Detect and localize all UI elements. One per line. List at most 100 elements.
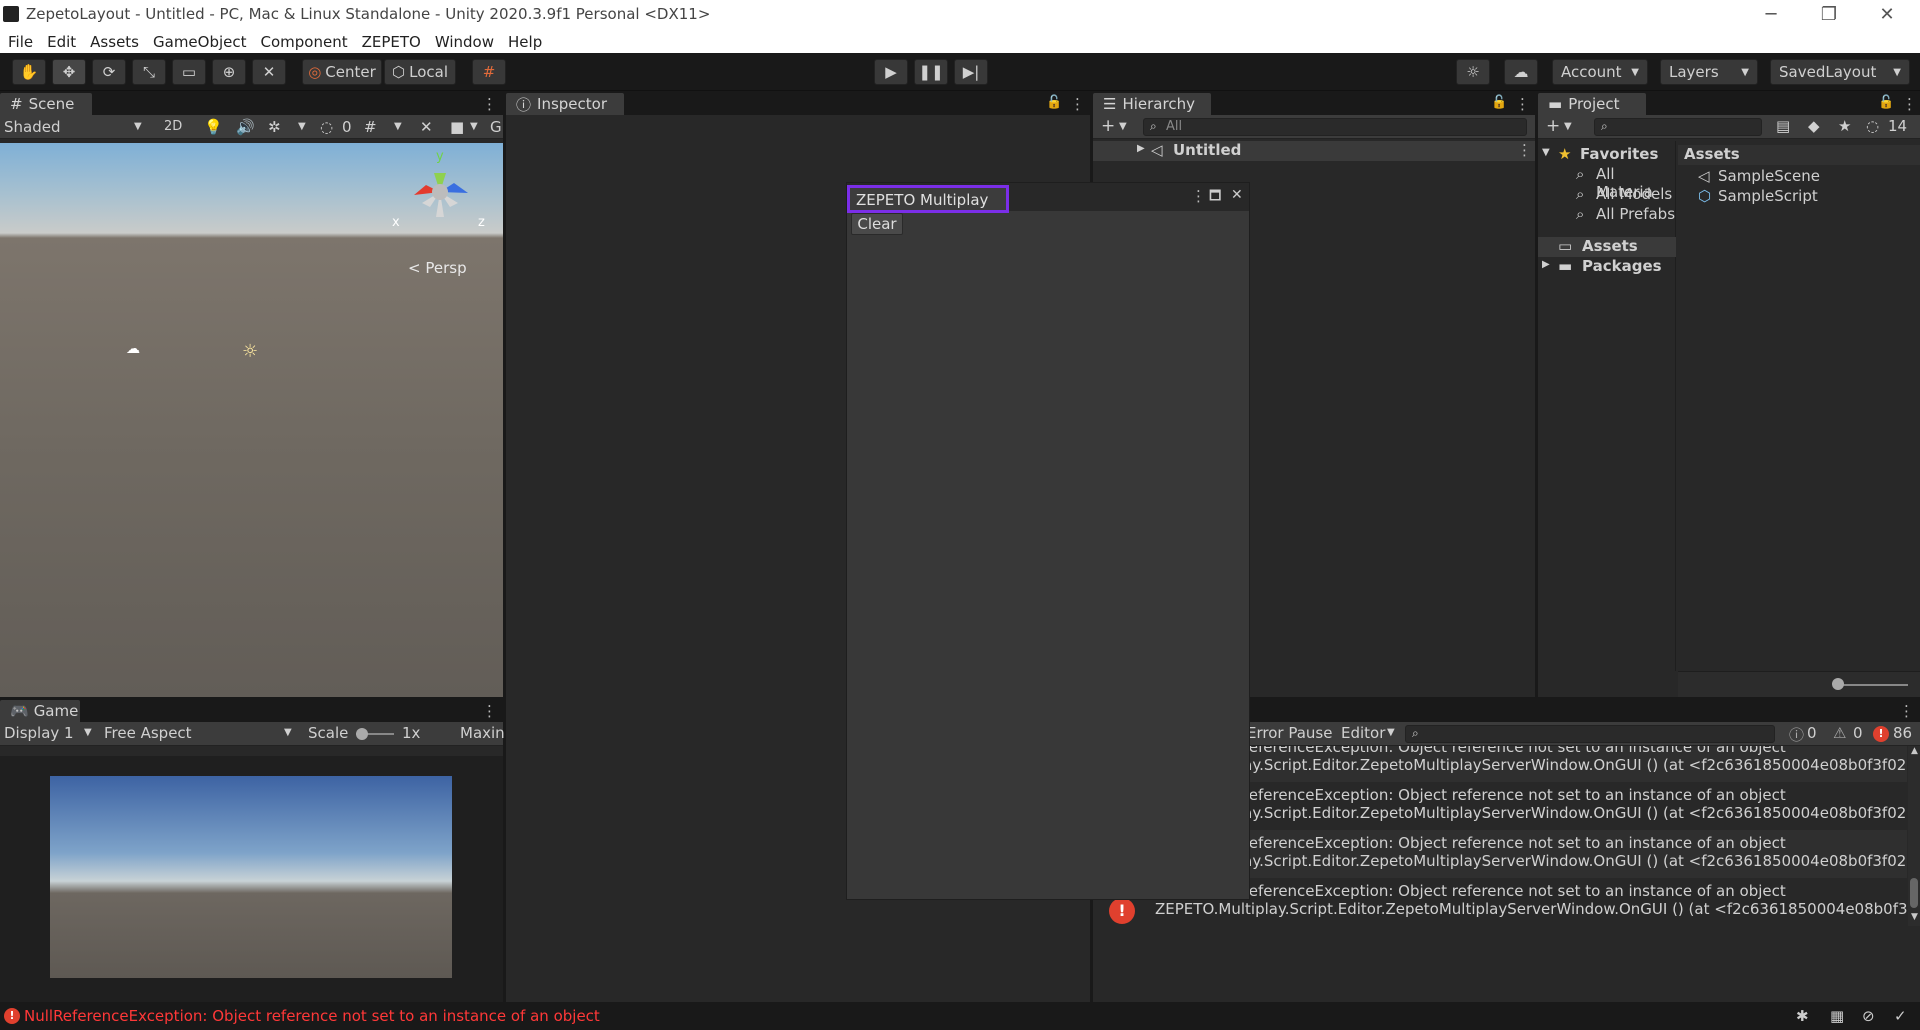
restore-button[interactable]: ❐ [1806,2,1852,28]
check-icon[interactable]: ✓ [1894,1007,1907,1025]
star-icon[interactable]: ★ [1838,117,1851,135]
persp-toggle[interactable]: < Persp [408,259,467,277]
icon-size-slider[interactable] [1838,684,1908,686]
favorites-row[interactable]: ▼ ★ Favorites [1538,145,1676,165]
maximize-icon[interactable]: 🗖 [1209,187,1221,209]
hidden-objects-icon[interactable]: ◌ [320,118,333,136]
kebab-menu-icon[interactable]: ⋮ [1517,141,1532,159]
error-pause-toggle[interactable]: Error Pause [1247,724,1332,742]
kebab-menu-icon[interactable]: ⋮ [1191,187,1206,205]
2d-toggle[interactable]: 2D [164,119,182,134]
play-button[interactable]: ▶ [874,59,908,85]
rect-tool-icon[interactable]: ▭ [172,59,206,85]
error-icon[interactable]: ! [1873,726,1889,742]
kebab-menu-icon[interactable]: ⋮ [1899,702,1914,720]
scroll-up-icon[interactable]: ▲ [1911,746,1918,756]
scene-viewport[interactable]: y x z < Persp ☁ ☼ [0,143,503,697]
effects-icon[interactable]: ✲ [268,118,281,136]
bug-icon[interactable]: ✱ [1796,1007,1809,1025]
asset-item[interactable]: ◁ SampleScene [1678,167,1920,187]
chevron-right-icon[interactable]: ▶ [1542,259,1550,270]
clear-button[interactable]: Clear [851,213,903,235]
info-filter-icon[interactable]: ⓘ [1789,724,1804,745]
favorite-item[interactable]: ⌕ All Materia [1538,165,1676,201]
aspect-dropdown[interactable]: Free Aspect [104,724,192,742]
console-scrollbar[interactable]: ▲ ▼ [1908,746,1920,926]
display-dropdown[interactable]: Display 1 [4,724,74,742]
cloud-icon[interactable]: ☁ [1504,59,1538,85]
layout-dropdown[interactable]: SavedLayout ▼ [1770,59,1910,85]
camera-gizmo-icon[interactable]: ☁ [126,341,140,357]
layers-dropdown[interactable]: Layers ▼ [1660,59,1758,85]
account-dropdown[interactable]: Account ▼ [1552,59,1648,85]
grid-toggle-icon[interactable]: # [364,118,377,136]
favorite-item[interactable]: ⌕ All Models [1538,185,1676,205]
lock-icon[interactable]: 🔓 [1878,95,1894,110]
tab-hierarchy[interactable]: ☰ Hierarchy [1093,93,1211,115]
lock-icon[interactable]: 🔓 [1046,95,1062,110]
tools-icon[interactable]: ✕ [420,118,433,136]
network-icon[interactable]: ⊘ [1862,1007,1875,1025]
hierarchy-scene-row[interactable]: ▶ ◁ Untitled ⋮ [1093,141,1535,161]
pause-button[interactable]: ❚❚ [914,59,948,85]
kebab-menu-icon[interactable]: ⋮ [482,702,497,720]
game-viewport[interactable] [0,756,503,1002]
light-gizmo-icon[interactable]: ☼ [242,341,258,362]
kebab-menu-icon[interactable]: ⋮ [1902,95,1917,113]
audio-icon[interactable]: 🔊 [236,118,255,136]
scale-slider-thumb[interactable] [356,728,368,740]
pivot-center-button[interactable]: ◎ Center [302,59,382,85]
chevron-right-icon[interactable]: ▶ [1137,143,1145,154]
close-window-button[interactable]: ✕ [1864,2,1910,28]
gizmos-button[interactable]: G [490,118,502,136]
scale-tool-icon[interactable]: ⤡ [132,59,166,85]
hierarchy-search-input[interactable]: ⌕ All [1143,118,1527,136]
kebab-menu-icon[interactable]: ⋮ [1070,95,1085,113]
camera-icon[interactable]: ■ [450,118,464,136]
menu-gameobject[interactable]: GameObject [153,33,247,51]
lighting-icon[interactable]: 💡 [204,118,223,136]
packages-folder-row[interactable]: ▶ ▬ Packages [1538,257,1676,277]
menu-window[interactable]: Window [435,33,494,51]
grid-snap-icon[interactable]: # [472,59,506,85]
icon-size-slider-thumb[interactable] [1832,678,1844,690]
console-search-input[interactable]: ⌕ [1405,725,1775,743]
tab-inspector[interactable]: ⓘ Inspector [506,93,624,115]
move-tool-icon[interactable]: ✥ [52,59,86,85]
menu-edit[interactable]: Edit [47,33,76,51]
kebab-menu-icon[interactable]: ⋮ [1515,95,1530,113]
step-button[interactable]: ▶| [954,59,988,85]
filter-type-icon[interactable]: ▤ [1776,117,1790,135]
maximize-toggle[interactable]: Maxin [460,724,505,742]
chevron-down-icon[interactable]: ▼ [1542,147,1550,158]
add-icon[interactable]: + [1101,116,1115,136]
status-message[interactable]: NullReferenceException: Object reference… [24,1007,600,1025]
project-search-input[interactable]: ⌕ [1594,118,1762,136]
custom-tool-icon[interactable]: ✕ [252,59,286,85]
pivot-local-button[interactable]: ⬡ Local [384,59,456,85]
minimize-button[interactable]: ─ [1748,2,1794,28]
zepeto-window-tab[interactable]: ZEPETO Multiplay [847,185,1009,213]
kebab-menu-icon[interactable]: ⋮ [482,95,497,113]
scroll-down-icon[interactable]: ▼ [1911,912,1918,922]
menu-help[interactable]: Help [508,33,542,51]
favorite-item[interactable]: ⌕ All Prefabs [1538,205,1676,225]
label-icon[interactable]: ◆ [1808,117,1820,135]
menu-assets[interactable]: Assets [90,33,139,51]
menu-component[interactable]: Component [261,33,348,51]
menu-file[interactable]: File [8,33,33,51]
asset-item[interactable]: ⬡ SampleScript [1678,187,1920,207]
close-icon[interactable]: ✕ [1231,187,1243,203]
hidden-packages-icon[interactable]: ◌ [1866,117,1879,135]
tab-project[interactable]: ▬ Project [1538,93,1646,115]
transform-tool-icon[interactable]: ⊕ [212,59,246,85]
services-icon[interactable]: ☼ [1456,59,1490,85]
shading-dropdown[interactable]: Shaded [4,118,61,136]
scrollbar-thumb[interactable] [1910,878,1918,908]
hand-tool-icon[interactable]: ✋ [12,59,46,85]
progress-icon[interactable]: ▦ [1830,1007,1844,1025]
editor-target-dropdown[interactable]: Editor [1341,724,1385,742]
rotate-tool-icon[interactable]: ⟳ [92,59,126,85]
menu-zepeto[interactable]: ZEPETO [362,33,421,51]
add-icon[interactable]: + [1546,116,1560,136]
